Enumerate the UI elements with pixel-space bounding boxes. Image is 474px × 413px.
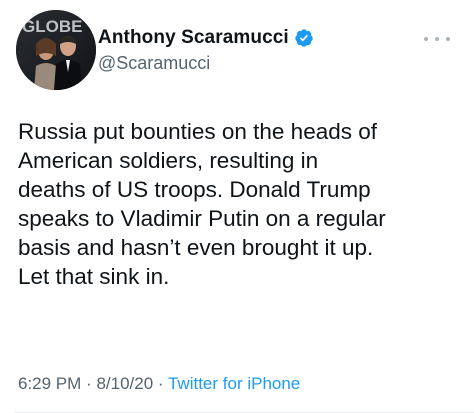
more-dot <box>435 37 439 41</box>
meta-separator: · <box>157 374 168 393</box>
tweet-text-line: Russia put bounties on the heads of <box>18 119 378 144</box>
display-name-row: Anthony Scaramucci <box>98 26 314 50</box>
tweet-metadata: 6:29 PM · 8/10/20 · Twitter for iPhone <box>18 374 300 394</box>
tweet-text-line: Let that sink in. <box>18 264 170 289</box>
tweet-text-line: deaths of US troops. Donald Trump <box>18 177 371 202</box>
more-dot <box>424 37 428 41</box>
tweet-text: Russia put bounties on the heads of Amer… <box>18 117 468 291</box>
verified-badge-icon <box>294 28 314 48</box>
more-dot <box>446 37 450 41</box>
tweet-date[interactable]: 8/10/20 <box>96 374 153 393</box>
tweet-source-link[interactable]: Twitter for iPhone <box>168 374 300 393</box>
more-horizontal-icon[interactable] <box>424 34 450 44</box>
user-handle[interactable]: @Scaramucci <box>98 53 314 74</box>
meta-separator: · <box>86 374 97 393</box>
avatar[interactable]: GLOBE <box>16 10 96 90</box>
tweet: GLOBE Anthony Scaramucci @Scaramucci Rus… <box>0 0 474 413</box>
tweet-time[interactable]: 6:29 PM <box>18 374 81 393</box>
avatar-photo: GLOBE <box>16 10 96 90</box>
tweet-header: GLOBE Anthony Scaramucci @Scaramucci <box>16 10 464 94</box>
avatar-backdrop-text: GLOBE <box>22 17 82 36</box>
tweet-text-line: basis and hasn’t even brought it up. <box>18 235 374 260</box>
tweet-text-line: speaks to Vladimir Putin on a regular <box>18 206 386 231</box>
author-info: Anthony Scaramucci @Scaramucci <box>98 26 314 74</box>
display-name[interactable]: Anthony Scaramucci <box>98 27 289 49</box>
tweet-text-line: American soldiers, resulting in <box>18 148 319 173</box>
